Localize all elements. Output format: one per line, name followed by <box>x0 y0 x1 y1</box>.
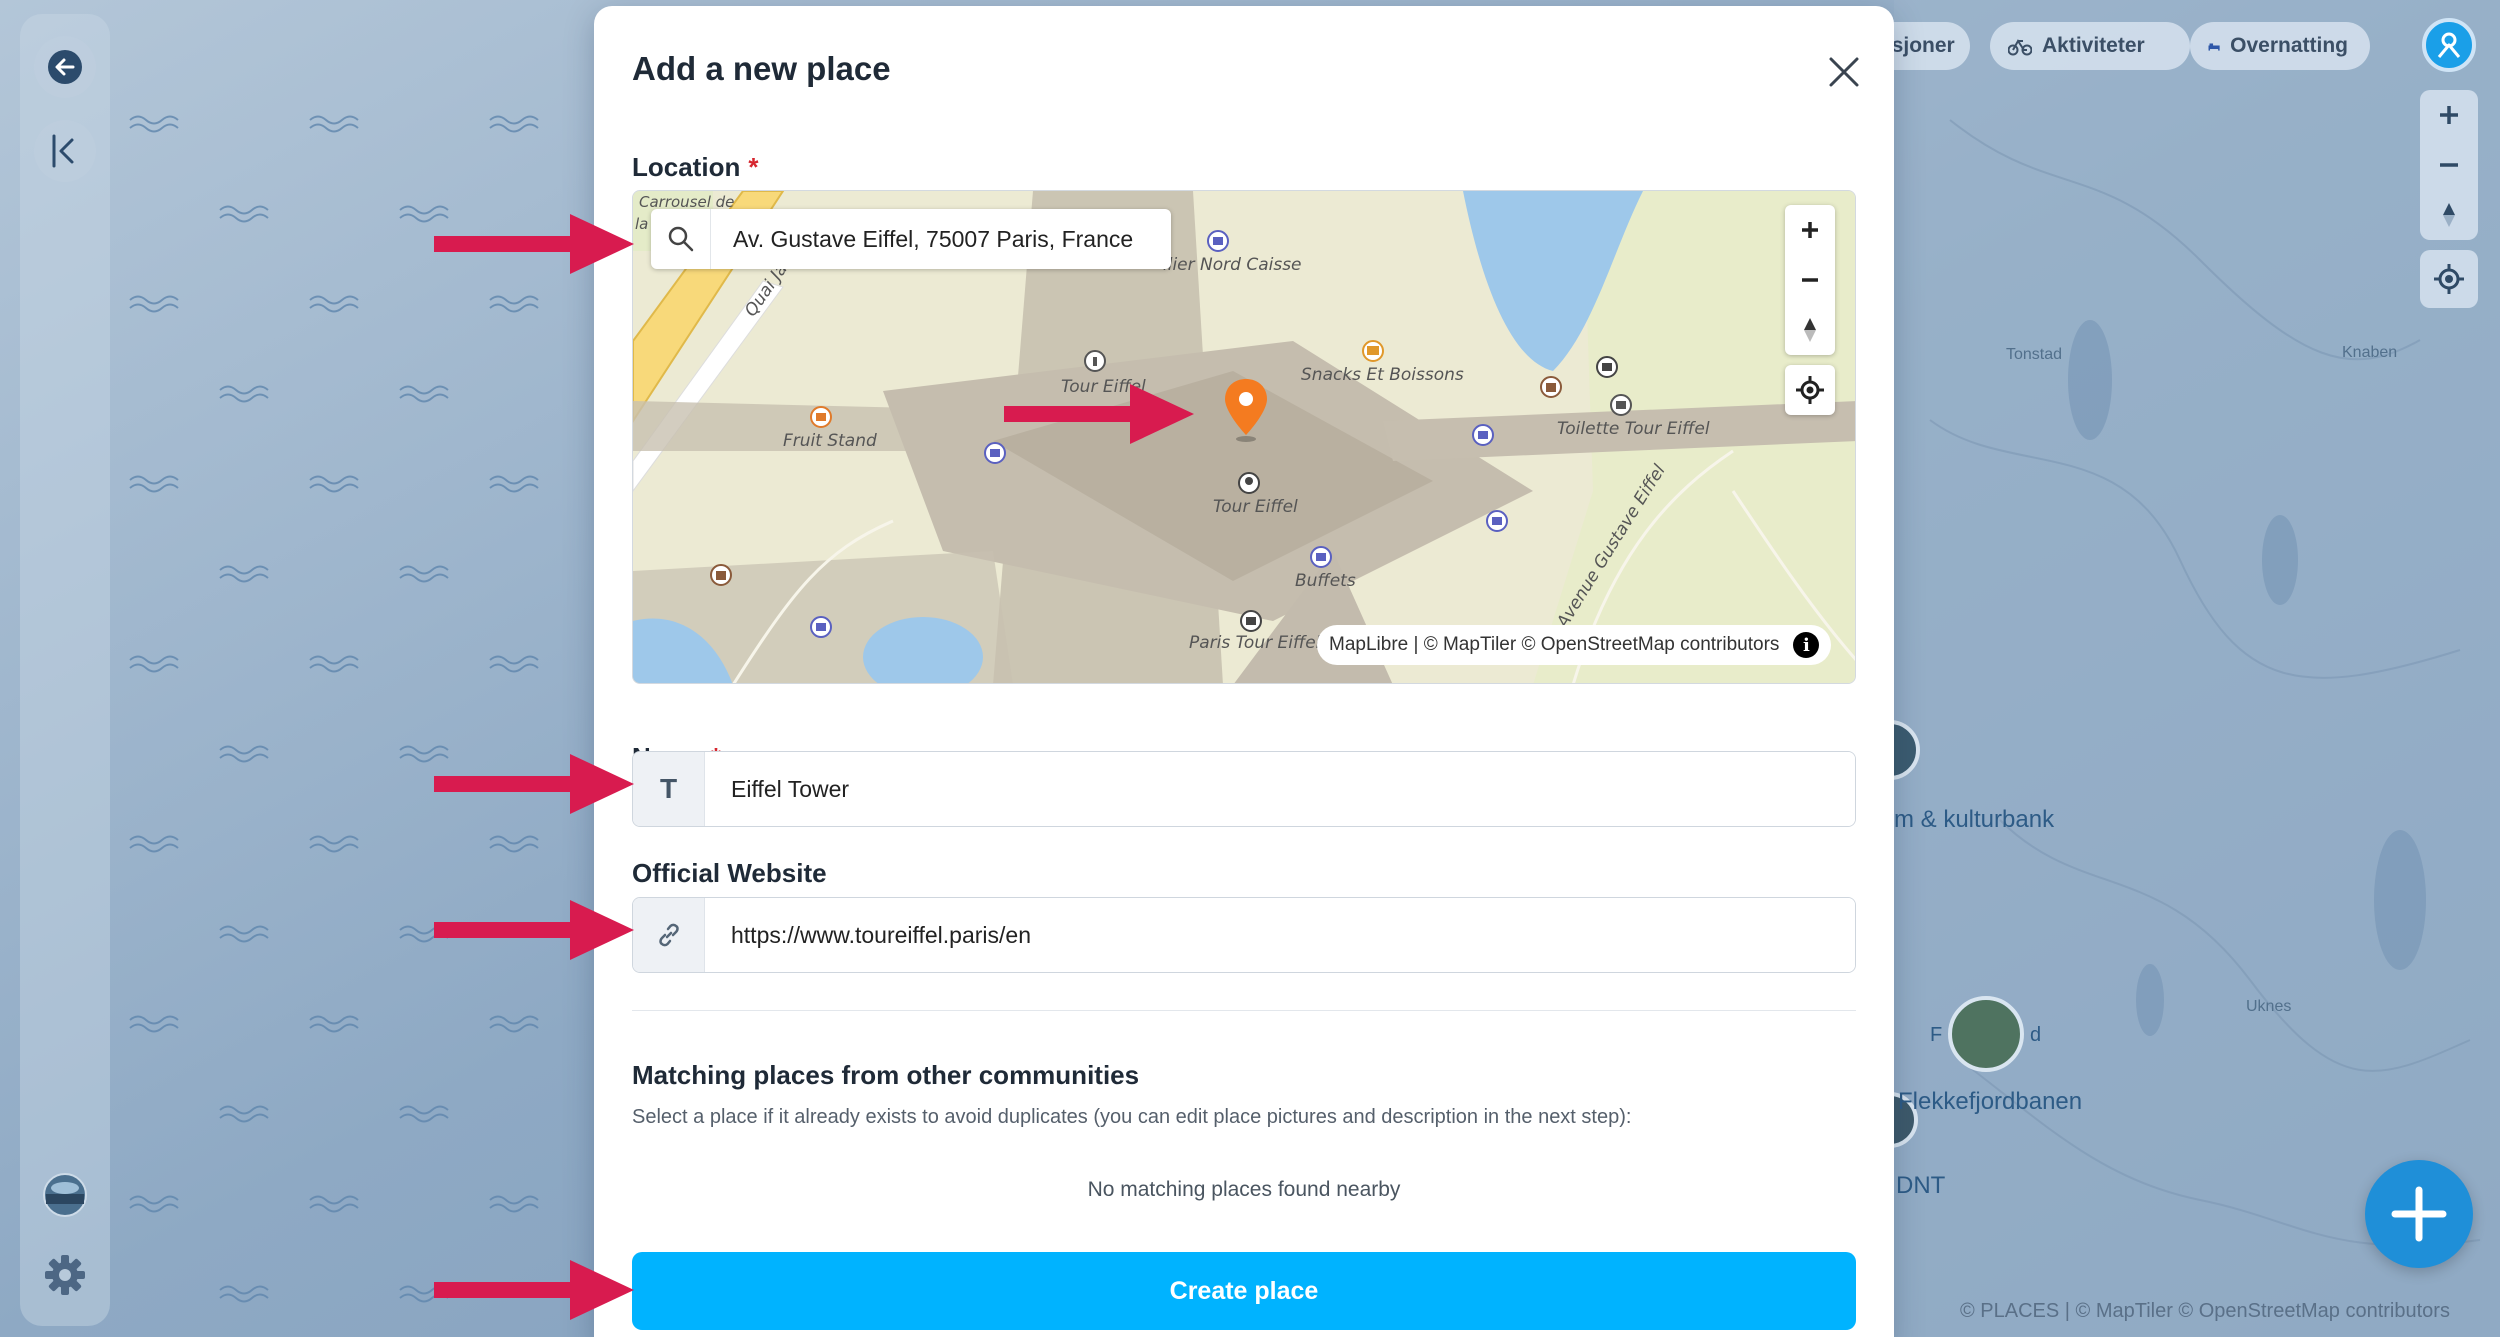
locate-icon <box>2434 264 2464 294</box>
map-zoom-in-button[interactable] <box>1785 205 1835 255</box>
matching-places-title: Matching places from other communities <box>632 1060 1140 1090</box>
location-search <box>651 209 1171 269</box>
link-icon-box <box>633 898 705 972</box>
map-attribution-text: MapLibre | © MapTiler © OpenStreetMap co… <box>1329 634 1780 655</box>
location-label-text: Location <box>632 152 741 182</box>
bg-map-zoom-controls <box>2420 90 2478 240</box>
collapse-left-icon <box>52 134 74 168</box>
location-search-input[interactable] <box>711 225 1151 253</box>
chip-activities-label: Aktiviteter <box>2042 34 2145 57</box>
minus-icon <box>1802 278 1818 282</box>
matching-places-help: Select a place if it already exists to a… <box>632 1106 1632 1128</box>
bicycle-icon <box>2008 39 2032 56</box>
bg-zoom-in-button[interactable] <box>2420 90 2478 140</box>
plus-icon <box>2391 1186 2447 1242</box>
matching-places-empty: No matching places found nearby <box>1087 1178 1401 1201</box>
background-map-attribution[interactable]: © PLACES | © MapTiler © OpenStreetMap co… <box>1960 1300 2450 1323</box>
map-zoom-out-button[interactable] <box>1785 255 1835 305</box>
poi-label-paris-tour-eiffel: Paris Tour Eiffel <box>1189 633 1321 653</box>
add-place-fab[interactable] <box>2365 1160 2473 1268</box>
left-rail <box>20 14 110 1326</box>
bg-label-d: d <box>2030 1024 2042 1046</box>
profile-button[interactable] <box>2422 18 2476 72</box>
collapse-sidebar-button[interactable] <box>34 120 96 182</box>
user-pin-icon <box>2437 32 2461 58</box>
annotation-arrow-search <box>434 214 634 274</box>
map-geolocate-button[interactable] <box>1785 365 1835 415</box>
poi-label-toilette: Toilette Tour Eiffel <box>1557 419 1710 439</box>
dialog-title: Add a new place <box>632 50 891 87</box>
poi-label-snacks: Snacks Et Boissons <box>1301 365 1464 385</box>
add-place-dialog: Add a new place Location * Carrousel de … <box>594 6 1894 1337</box>
back-button[interactable] <box>34 36 96 98</box>
bg-label-uknes: Uknes <box>2246 998 2292 1015</box>
location-map[interactable]: Carrousel de la Quai Jacq ilier Nord Cai… <box>632 190 1856 684</box>
location-label: Location * <box>632 152 758 183</box>
poi-label-fruit-stand: Fruit Stand <box>783 431 877 451</box>
name-field: T <box>632 751 1856 827</box>
annotation-arrow-website <box>434 900 634 960</box>
poi-label-tour-eiffel-mid: Tour Eiffel <box>1213 497 1298 517</box>
bg-label-railway: Flekkefjordbanen <box>1898 1088 2083 1115</box>
location-pin-icon[interactable] <box>1221 377 1271 443</box>
search-icon-box <box>651 209 711 269</box>
map-attribution[interactable]: MapLibre | © MapTiler © OpenStreetMap co… <box>1317 625 1832 665</box>
search-icon <box>668 226 693 252</box>
text-type-icon: T <box>633 752 705 826</box>
website-field <box>632 897 1856 973</box>
minus-icon <box>2440 163 2458 167</box>
bg-zoom-out-button[interactable] <box>2420 140 2478 190</box>
create-place-button[interactable]: Create place <box>632 1252 1856 1330</box>
bg-compass-button[interactable] <box>2420 190 2478 240</box>
required-mark: * <box>748 152 759 182</box>
bg-locate-button[interactable] <box>2420 250 2478 308</box>
chip-activities[interactable]: Aktiviteter <box>1990 22 2190 70</box>
chip-accommodation-label: Overnatting <box>2230 34 2348 57</box>
website-label: Official Website <box>632 858 827 888</box>
poi-label-buffets: Buffets <box>1295 571 1356 591</box>
close-icon <box>1829 57 1859 87</box>
annotation-arrow-name <box>434 754 634 814</box>
settings-button[interactable] <box>34 1244 96 1306</box>
bg-label-tonstad: Tonstad <box>2006 346 2063 363</box>
name-input[interactable] <box>705 752 1855 826</box>
bed-icon <box>2208 43 2220 51</box>
bg-label-dnt: DNT <box>1896 1172 1946 1199</box>
compass-icon <box>2443 203 2455 227</box>
poi-label-nord-caisse: ilier Nord Caisse <box>1163 255 1302 275</box>
plus-icon <box>1802 222 1818 238</box>
compass-icon <box>1804 318 1816 342</box>
plus-icon <box>2440 106 2458 124</box>
close-button[interactable] <box>1824 52 1864 92</box>
bg-label-museum: m & kulturbank <box>1894 806 2055 833</box>
locate-icon <box>1796 376 1824 404</box>
divider <box>632 1010 1856 1011</box>
avatar <box>43 1173 87 1217</box>
bg-label-knaben: Knaben <box>2342 344 2398 361</box>
website-input[interactable] <box>705 898 1855 972</box>
map-compass-button[interactable] <box>1785 305 1835 355</box>
gear-icon <box>45 1255 85 1295</box>
chip-accommodation[interactable]: Overnatting <box>2190 22 2370 70</box>
annotation-arrow-create <box>434 1260 634 1320</box>
arrow-left-icon <box>48 50 82 84</box>
annotation-arrow-pin <box>1004 384 1194 444</box>
link-icon <box>658 923 679 947</box>
bg-label-f: F <box>1930 1024 1943 1046</box>
poi-label-carrousel-2: la <box>635 215 649 233</box>
map-zoom-controls <box>1785 205 1835 355</box>
community-avatar-button[interactable] <box>34 1164 96 1226</box>
info-icon[interactable]: i <box>1793 632 1820 658</box>
